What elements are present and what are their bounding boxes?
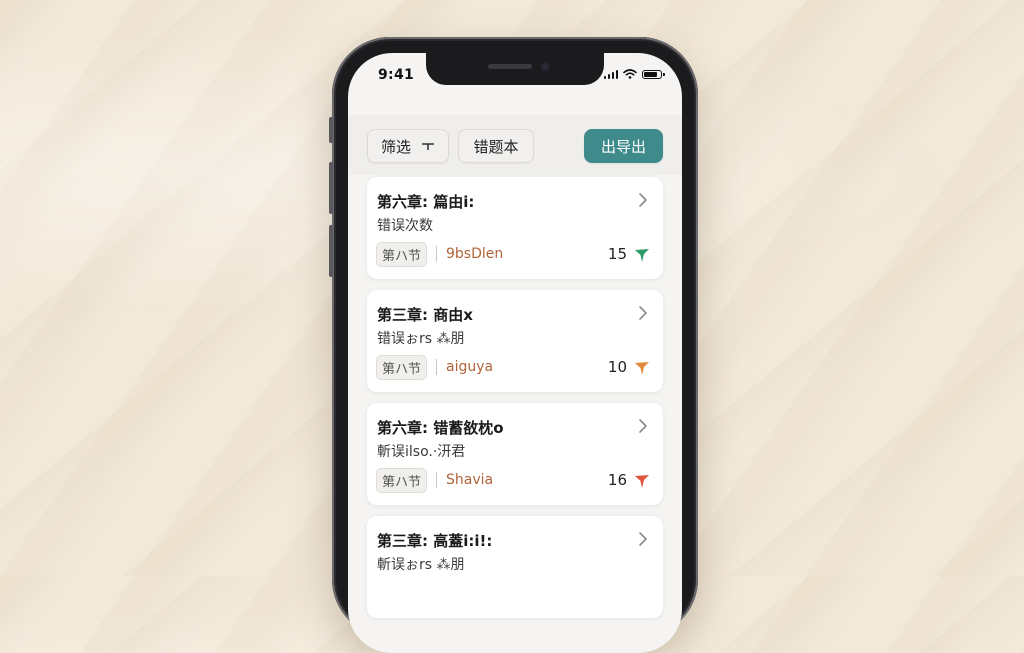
- card-title: 第三章: 商由x: [377, 306, 473, 324]
- card-subtitle: 斬误ぉrs ⁂朋: [377, 557, 465, 573]
- app-canvas: { "status_bar": { "time": "9:41" }, "too…: [0, 0, 1024, 653]
- chevron-right-icon[interactable]: [633, 417, 651, 435]
- error-count: 15: [607, 245, 627, 263]
- filter-adjust-icon: [422, 143, 434, 150]
- status-time: 9:41: [378, 67, 415, 83]
- question-card[interactable]: 第三章: 高蓋i:i!: 斬误ぉrs ⁂朋: [367, 516, 663, 618]
- filter-button[interactable]: 筛选: [367, 129, 449, 163]
- question-card[interactable]: 第三章: 商由x 错误ぉrs ⁂朋 第ハ节 aiguya 10: [367, 290, 663, 392]
- chevron-right-icon[interactable]: [633, 191, 651, 209]
- section-chip[interactable]: 第ハ节: [376, 241, 428, 267]
- card-title: 第三章: 高蓋i:i!:: [377, 532, 493, 550]
- card-meta: 第ハ节 9bsDlen: [376, 241, 504, 267]
- filter-label: 筛选: [380, 137, 411, 156]
- section-chip[interactable]: 第ハ节: [376, 354, 428, 380]
- card-subtitle: 斬误ilso.·汧君: [377, 444, 466, 460]
- card-author: 9bsDlen: [446, 246, 504, 262]
- divider: [436, 246, 438, 262]
- card-meta: 第ハ节 aiguya: [376, 354, 494, 380]
- pin-icon[interactable]: [633, 472, 651, 490]
- wrong-questions-button[interactable]: 错题本: [458, 129, 534, 163]
- card-title: 第六章: 错蓄敋枕o: [377, 419, 504, 437]
- wifi-icon: [623, 69, 637, 79]
- question-card[interactable]: 第六章: 篇由i: 错误次数 第ハ节 9bsDlen 15: [367, 177, 663, 279]
- card-title: 第六章: 篇由i:: [377, 193, 475, 211]
- toolbar: 筛选 错题本 出导出: [348, 115, 682, 175]
- question-card[interactable]: 第六章: 错蓄敋枕o 斬误ilso.·汧君 第ハ节 Shavia 16: [367, 403, 663, 505]
- section-chip[interactable]: 第ハ节: [376, 467, 428, 493]
- export-button[interactable]: 出导出: [584, 129, 663, 163]
- mute-switch: [329, 117, 333, 143]
- error-count: 16: [607, 471, 627, 489]
- volume-down-button: [329, 225, 333, 277]
- status-icons: [603, 69, 665, 79]
- battery-icon: [642, 69, 665, 79]
- divider: [436, 472, 438, 488]
- error-count: 10: [607, 358, 627, 376]
- front-camera-icon: [540, 61, 551, 72]
- pin-icon[interactable]: [633, 246, 651, 264]
- card-author: aiguya: [446, 359, 494, 375]
- card-subtitle: 错误ぉrs ⁂朋: [377, 331, 465, 347]
- card-subtitle: 错误次数: [377, 218, 433, 234]
- phone-frame: 9:41 筛选 错题本 出导出 第六章: 篇由i: 错误次数 第ハ节 9bsDl…: [329, 37, 698, 653]
- volume-up-button: [329, 162, 333, 214]
- divider: [436, 359, 438, 375]
- card-author: Shavia: [446, 472, 494, 488]
- signal-icon: [603, 69, 618, 79]
- pin-icon[interactable]: [633, 359, 651, 377]
- chevron-right-icon[interactable]: [633, 304, 651, 322]
- chevron-right-icon[interactable]: [633, 530, 651, 548]
- phone-screen: 9:41 筛选 错题本 出导出 第六章: 篇由i: 错误次数 第ハ节 9bsDl…: [348, 53, 682, 653]
- speaker-grille: [488, 64, 532, 69]
- notch: [426, 53, 604, 85]
- card-meta: 第ハ节 Shavia: [376, 467, 494, 493]
